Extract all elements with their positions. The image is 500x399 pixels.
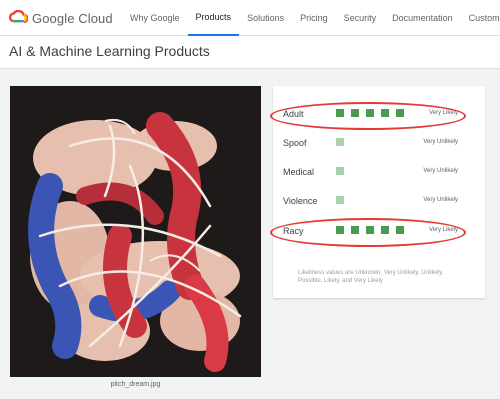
nav-customers[interactable]: Customers — [461, 0, 500, 36]
result-row-violence: Violence Very Unlikely — [273, 192, 485, 212]
row-label: Violence — [283, 196, 318, 206]
nav-products[interactable]: Products — [187, 0, 240, 36]
nav-solutions[interactable]: Solutions — [239, 0, 292, 36]
nav-why-google[interactable]: Why Google — [122, 0, 188, 36]
top-navigation-bar: Google Cloud Why Google Products Solutio… — [0, 0, 500, 36]
main-nav: Why Google Products Solutions Pricing Se… — [122, 0, 500, 36]
nav-pricing[interactable]: Pricing — [292, 0, 336, 36]
analyzed-image — [10, 86, 261, 377]
likelihood-bar — [336, 167, 344, 175]
row-label: Spoof — [283, 138, 307, 148]
result-row-spoof: Spoof Very Unlikely — [273, 134, 485, 154]
highlight-ellipse-adult — [270, 102, 466, 130]
row-label: Medical — [283, 167, 315, 177]
likelihood-bars — [336, 196, 351, 206]
nav-security[interactable]: Security — [336, 0, 385, 36]
row-value: Very Unlikely — [423, 139, 458, 145]
likeliness-note: Likeliness values are Unknown, Very Unli… — [298, 270, 444, 284]
row-value: Very Unlikely — [423, 168, 458, 174]
cloud-logo-icon — [9, 10, 28, 24]
result-row-medical: Medical Very Unlikely — [273, 163, 485, 183]
likelihood-bar — [336, 196, 344, 204]
likelihood-bars — [336, 138, 351, 148]
likelihood-bars — [336, 167, 351, 177]
abstract-painting — [10, 86, 261, 377]
row-value: Very Unlikely — [423, 197, 458, 203]
image-caption: pitch_dream.jpg — [110, 381, 161, 388]
brand-name: Google Cloud — [32, 10, 113, 26]
highlight-ellipse-racy — [270, 218, 466, 247]
nav-documentation[interactable]: Documentation — [384, 0, 461, 36]
google-cloud-logo[interactable]: Google Cloud — [9, 8, 119, 28]
page-title: AI & Machine Learning Products — [9, 43, 210, 59]
likelihood-bar — [336, 138, 344, 146]
